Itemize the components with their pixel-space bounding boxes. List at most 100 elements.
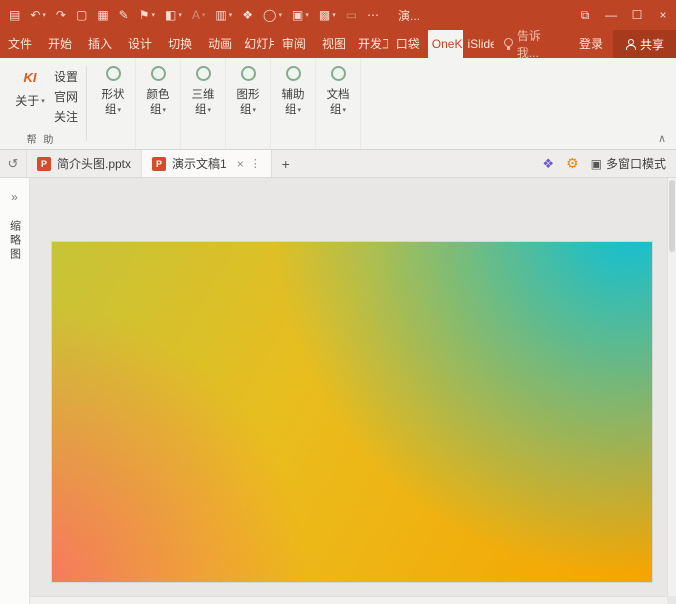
caret-icon: ▾ (278, 11, 282, 19)
shapes-group-button[interactable]: 形状 组▾ (91, 58, 136, 149)
print-icon: ▭ (346, 8, 357, 22)
scrollbar-thumb[interactable] (669, 180, 675, 252)
caret-icon: ▾ (343, 103, 347, 118)
threed-group-icon (196, 66, 211, 81)
website-link[interactable]: 官网 (54, 87, 78, 107)
minimize-button[interactable]: — (598, 0, 624, 30)
fullscreen-button[interactable]: ⧉ (572, 0, 598, 30)
multi-window-button[interactable]: ▣ 多窗口模式 (591, 155, 666, 172)
history-button[interactable]: ↺ (0, 156, 26, 172)
history-icon: ↺ (8, 156, 19, 171)
docbar-right-tools: ❖ ⚙ ▣ 多窗口模式 (542, 155, 676, 172)
horizontal-scrollbar[interactable] (30, 596, 667, 604)
undo-icon: ↶ (30, 8, 40, 22)
tab-islide[interactable]: iSlide (463, 30, 493, 58)
tab-review[interactable]: 审阅 (274, 30, 314, 58)
paste-button[interactable]: ▥▾ (210, 0, 237, 30)
tab-menu-button[interactable]: ⋮ (250, 157, 261, 170)
settings-link[interactable]: 设置 (54, 67, 78, 87)
redo-button[interactable]: ↷ (51, 0, 71, 30)
threed-group-button[interactable]: 三维 组▾ (181, 58, 226, 149)
shape-button[interactable]: ◯▾ (258, 0, 287, 30)
settings-button[interactable]: ⚙ (566, 155, 579, 172)
caret-icon: ▾ (332, 11, 336, 19)
flag-icon: ⚑ (139, 8, 150, 22)
shapes-group-label: 形状 (102, 88, 125, 103)
quick-access-toolbar: ▤ ↶▾ ↷ ▢ ▦ ✎ ⚑▾ ◧▾ A▾ ▥▾ ❖ ◯▾ ▣▾ ▩▾ ▭ ⋯ (4, 0, 384, 30)
pen-button[interactable]: ✎ (114, 0, 134, 30)
tab-view[interactable]: 视图 (314, 30, 354, 58)
close-icon: × (659, 8, 666, 22)
share-label: 共享 (640, 36, 664, 53)
undo-button[interactable]: ↶▾ (25, 0, 51, 30)
new-tab-button[interactable]: + (272, 156, 300, 172)
follow-link[interactable]: 关注 (54, 107, 78, 127)
tab-slideshow[interactable]: 幻灯片 (240, 30, 274, 58)
more-button[interactable]: ⋯ (362, 0, 384, 30)
graphics-group-button[interactable]: 图形 组▾ (226, 58, 271, 149)
flag-button[interactable]: ⚑▾ (134, 0, 160, 30)
assist-group-button[interactable]: 辅助 组▾ (271, 58, 316, 149)
about-label: 关于 (15, 92, 39, 109)
tab-pocket[interactable]: 口袋 (388, 30, 428, 58)
slide-canvas[interactable] (52, 242, 652, 582)
caret-icon: ▾ (298, 103, 302, 118)
ppt-file-icon: P (37, 157, 51, 171)
share-button[interactable]: 共享 (613, 30, 676, 58)
multi-window-icon: ▣ (591, 157, 602, 171)
shape-icon: ◯ (263, 8, 276, 22)
tab-insert[interactable]: 插入 (80, 30, 120, 58)
caret-icon: ▾ (118, 103, 122, 118)
onekey-logo-icon[interactable]: KI (18, 66, 42, 88)
app-window: ▤ ↶▾ ↷ ▢ ▦ ✎ ⚑▾ ◧▾ A▾ ▥▾ ❖ ◯▾ ▣▾ ▩▾ ▭ ⋯ … (0, 0, 676, 604)
tab-design[interactable]: 设计 (120, 30, 160, 58)
document-group-label: 文档 (327, 88, 350, 103)
caret-icon: ▾ (42, 11, 46, 19)
maximize-button[interactable]: ☐ (624, 0, 650, 30)
format-brush-button[interactable]: ❖ (237, 0, 258, 30)
caret-icon: ▾ (163, 103, 167, 118)
tab-file[interactable]: 文件 (0, 30, 40, 58)
theme-colors-icon: ▩ (319, 8, 330, 22)
caret-icon: ▾ (41, 97, 45, 105)
about-button[interactable]: 关于▾ (15, 92, 45, 109)
expand-pane-button[interactable]: » (11, 190, 18, 204)
tab-developer[interactable]: 开发工具 (354, 30, 388, 58)
person-icon (625, 39, 635, 50)
vertical-scrollbar[interactable] (667, 178, 676, 596)
doc-tab-active[interactable]: P 演示文稿1 × ⋮ (141, 150, 272, 177)
slide-sorter-button[interactable]: ▦ (92, 0, 113, 30)
login-button[interactable]: 登录 (569, 30, 613, 58)
tab-animation[interactable]: 动画 (200, 30, 240, 58)
group-label-help: 帮 助 (0, 131, 82, 146)
doc-tab-intro[interactable]: P 简介头图.pptx (26, 150, 141, 177)
shapes-group-icon (106, 66, 121, 81)
colors-group-button[interactable]: 颜色 组▾ (136, 58, 181, 149)
close-tab-button[interactable]: × (237, 157, 244, 171)
slide-sorter-icon: ▦ (97, 8, 108, 22)
skin-icon: ❖ (542, 156, 554, 171)
assist-group-icon (286, 66, 301, 81)
print-button: ▭ (341, 0, 362, 30)
pen-icon: ✎ (119, 8, 129, 22)
tellme-box[interactable]: 告诉我... (494, 30, 569, 58)
collapse-ribbon-button[interactable]: ∧ (658, 132, 666, 145)
caret-icon: ▾ (229, 11, 233, 19)
fill-color-icon: ◧ (165, 8, 176, 22)
panel-button[interactable]: ▤ (4, 0, 25, 30)
workspace: » 缩略图 (0, 178, 676, 604)
close-button[interactable]: × (650, 0, 676, 30)
new-slide-icon: ▢ (76, 8, 87, 22)
skin-button[interactable]: ❖ (542, 156, 554, 172)
new-slide-button[interactable]: ▢ (71, 0, 92, 30)
tab-onekey[interactable]: OneKEY (428, 30, 464, 58)
window-button[interactable]: ▣▾ (287, 0, 314, 30)
document-group-button[interactable]: 文档 组▾ (316, 58, 361, 149)
theme-colors-button[interactable]: ▩▾ (314, 0, 341, 30)
onekey-help-group: KI 关于▾ 设置 官网 关注 帮 助 (0, 58, 82, 149)
thumbnail-pane-collapsed: » 缩略图 (0, 178, 30, 604)
tab-transition[interactable]: 切换 (160, 30, 200, 58)
panel-icon: ▤ (9, 8, 20, 22)
fill-color-button[interactable]: ◧▾ (160, 0, 187, 30)
tab-home[interactable]: 开始 (40, 30, 80, 58)
